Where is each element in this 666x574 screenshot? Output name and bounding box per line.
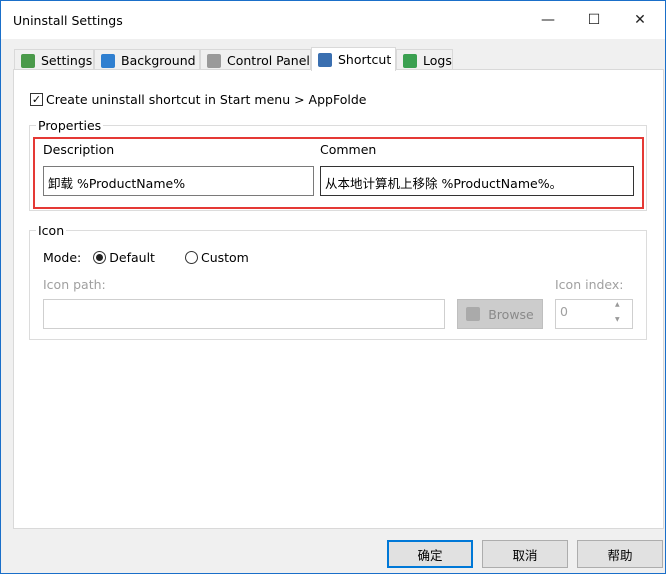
icon-path-input[interactable]: [43, 299, 445, 329]
comment-input[interactable]: 从本地计算机上移除 %ProductName%。: [320, 166, 634, 196]
mode-custom-radio[interactable]: Custom: [184, 250, 249, 265]
shortcut-panel: ✓ Create uninstall shortcut in Start men…: [13, 69, 664, 529]
radio-label: Custom: [200, 250, 249, 265]
icon-index-value: 0: [560, 304, 568, 319]
comment-label: Commen: [320, 142, 377, 157]
log-refresh-icon: [403, 53, 417, 68]
recycle-bin-icon: [21, 53, 35, 68]
cancel-button[interactable]: 取消: [482, 540, 568, 568]
properties-group-title: Properties: [36, 118, 104, 133]
tab-label: Control Panel: [227, 53, 310, 68]
title-bar: Uninstall Settings — ☐ ✕: [1, 1, 665, 39]
icon-group-title: Icon: [36, 223, 67, 238]
ok-button[interactable]: 确定: [387, 540, 473, 568]
mode-default-radio[interactable]: Default: [93, 250, 155, 265]
maximize-button[interactable]: ☐: [571, 5, 617, 35]
mode-row: Mode: Default Custom: [43, 250, 249, 265]
browse-icon: [466, 307, 481, 321]
control-panel-icon: [207, 53, 221, 68]
browse-label: Browse: [488, 306, 534, 322]
spin-down-button[interactable]: ▼: [615, 316, 620, 323]
checkbox-label: Create uninstall shortcut in Start menu …: [46, 92, 367, 107]
close-button[interactable]: ✕: [617, 5, 663, 35]
tab-label: Settings: [41, 53, 93, 68]
icon-index-label: Icon index:: [555, 277, 624, 292]
description-input[interactable]: 卸载 %ProductName%: [43, 166, 314, 196]
spin-up-button[interactable]: ▲: [615, 301, 620, 308]
window-title: Uninstall Settings: [13, 13, 123, 28]
tab-background[interactable]: Background: [94, 49, 200, 71]
checkbox-check-icon: ✓: [30, 93, 43, 106]
tab-control-panel[interactable]: Control Panel: [200, 49, 311, 71]
tab-label: Background: [121, 53, 196, 68]
tab-settings[interactable]: Settings: [14, 49, 94, 71]
tab-label: Logs: [423, 53, 452, 68]
minimize-button[interactable]: —: [525, 5, 571, 35]
icon-index-spinner[interactable]: 0: [555, 299, 633, 329]
shortcut-icon: [318, 52, 332, 67]
description-label: Description: [43, 142, 115, 157]
tab-shortcut[interactable]: Shortcut: [311, 47, 396, 71]
mode-label: Mode:: [43, 250, 82, 265]
help-button[interactable]: 帮助: [577, 540, 663, 568]
icon-path-label: Icon path:: [43, 277, 106, 292]
windows-refresh-icon: [101, 53, 115, 68]
create-shortcut-checkbox[interactable]: ✓ Create uninstall shortcut in Start men…: [30, 92, 366, 107]
browse-button[interactable]: Browse: [457, 299, 543, 329]
uninstall-settings-window: Uninstall Settings — ☐ ✕ Settings Backgr…: [0, 0, 666, 574]
tab-logs[interactable]: Logs: [396, 49, 453, 71]
tab-label: Shortcut: [338, 52, 392, 67]
radio-label: Default: [109, 250, 155, 265]
